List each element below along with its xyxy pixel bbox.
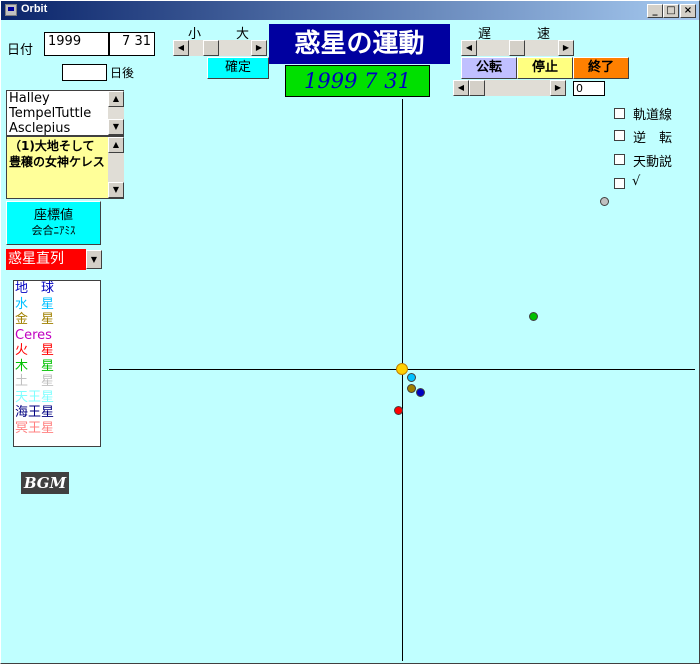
list-item: 天王星 <box>15 389 55 405</box>
window-title: Orbit <box>21 3 48 15</box>
orbit-lines-checkbox[interactable] <box>614 108 625 119</box>
zoom-slider-thumb[interactable] <box>203 40 219 56</box>
list-item[interactable]: Asclepius <box>7 121 123 136</box>
zoom-right-arrow-icon[interactable]: ▶ <box>251 40 267 56</box>
info-text: （1)大地そして豊穣の女神ケレス <box>9 139 105 169</box>
exit-button[interactable]: 終了 <box>573 57 629 79</box>
list-item: 木 星 <box>15 358 55 374</box>
planet-dot-saturn <box>600 197 609 206</box>
planet-list: 地 球 水 星 金 星 Ceres 火 星 木 星 土 星 天王星 海王星 冥王… <box>13 280 101 447</box>
main-title: 惑星の運動 <box>269 24 450 64</box>
planet-dot-mercury <box>407 373 416 382</box>
sqrt-checkbox[interactable] <box>614 178 625 189</box>
planet-dot-mars <box>394 406 403 415</box>
mode-select-value[interactable]: 惑星直列 <box>6 249 86 270</box>
comet-list-scrollbar[interactable]: ▲ ▼ <box>108 91 124 135</box>
list-item: 海王星 <box>15 405 55 420</box>
title-bar[interactable]: Orbit _ □ × <box>1 1 699 20</box>
date-label: 日付 <box>7 43 34 58</box>
speed-value[interactable]: 0 <box>573 81 605 96</box>
current-date-display: 1999 7 31 <box>285 65 430 97</box>
speed-top-right-arrow-icon[interactable]: ▶ <box>558 40 574 56</box>
stop-button[interactable]: 停止 <box>517 57 573 79</box>
list-item: 水 星 <box>15 296 55 312</box>
speed-left-arrow-icon[interactable]: ◀ <box>453 80 469 96</box>
list-item: 地 球 <box>15 281 55 296</box>
list-item: 火 星 <box>15 343 55 358</box>
days-after-input[interactable] <box>62 64 107 81</box>
scroll-down-arrow-icon[interactable]: ▼ <box>108 119 124 135</box>
coordinates-button[interactable]: 座標値 会合ﾆｱﾐｽ <box>6 201 101 245</box>
speed-slider-thumb[interactable] <box>469 80 485 96</box>
y-axis-line <box>402 99 403 661</box>
app-icon <box>5 4 17 16</box>
monthday-field[interactable]: 7 31 <box>109 32 155 56</box>
geocentric-checkbox[interactable] <box>614 154 625 165</box>
info-textbox[interactable]: （1)大地そして豊穣の女神ケレス ▲ ▼ <box>6 136 124 199</box>
app-window: Orbit _ □ × 日付 1999 7 31 日後 小 大 ◀ ▶ 確定 惑… <box>0 0 700 664</box>
info-scroll-up-arrow-icon[interactable]: ▲ <box>108 137 124 153</box>
comet-list[interactable]: Halley TempelTuttle Asclepius ▲ ▼ <box>6 90 124 136</box>
minimize-button[interactable]: _ <box>647 4 663 18</box>
list-item[interactable]: TempelTuttle <box>7 106 123 121</box>
sqrt-label: √ <box>632 174 641 189</box>
planet-dot-earth <box>416 388 425 397</box>
info-scroll-down-arrow-icon[interactable]: ▼ <box>108 182 124 198</box>
mode-select[interactable]: 惑星直列 ▼ <box>6 249 102 270</box>
sun-icon <box>396 363 408 375</box>
planet-dot-venus <box>407 384 416 393</box>
close-button[interactable]: × <box>680 4 696 18</box>
zoom-slider[interactable]: ◀ ▶ <box>173 40 267 56</box>
planet-dot-jupiter <box>529 312 538 321</box>
list-item: 金 星 <box>15 312 55 327</box>
zoom-left-arrow-icon[interactable]: ◀ <box>173 40 189 56</box>
maximize-button[interactable]: □ <box>663 4 679 18</box>
speed-top-thumb[interactable] <box>509 40 525 56</box>
coordinates-button-line1: 座標値 <box>33 208 73 223</box>
chevron-down-icon[interactable]: ▼ <box>86 250 102 269</box>
speed-slider[interactable]: ◀ ▶ <box>453 80 566 96</box>
reverse-label: 逆 転 <box>633 131 673 146</box>
speed-top-left-arrow-icon[interactable]: ◀ <box>461 40 477 56</box>
info-scrollbar[interactable]: ▲ ▼ <box>108 137 124 198</box>
list-item[interactable]: Halley <box>7 91 123 106</box>
client-area: 日付 1999 7 31 日後 小 大 ◀ ▶ 確定 惑星の運動 1999 7 … <box>1 20 699 663</box>
speed-right-arrow-icon[interactable]: ▶ <box>550 80 566 96</box>
geocentric-label: 天動説 <box>633 155 673 170</box>
bgm-button[interactable]: BGM <box>21 472 69 494</box>
coordinates-button-line2: 会合ﾆｱﾐｽ <box>31 224 76 237</box>
list-item: 冥王星 <box>15 420 55 436</box>
revolve-button[interactable]: 公転 <box>461 57 517 79</box>
orbit-lines-label: 軌道線 <box>633 108 673 123</box>
days-after-label: 日後 <box>110 66 135 80</box>
confirm-button[interactable]: 確定 <box>207 57 269 79</box>
list-item: 土 星 <box>15 374 55 389</box>
year-field[interactable]: 1999 <box>44 32 109 56</box>
scroll-up-arrow-icon[interactable]: ▲ <box>108 91 124 107</box>
reverse-checkbox[interactable] <box>614 130 625 141</box>
list-item: Ceres <box>15 327 52 343</box>
speed-slider-top[interactable]: ◀ ▶ <box>461 40 574 56</box>
